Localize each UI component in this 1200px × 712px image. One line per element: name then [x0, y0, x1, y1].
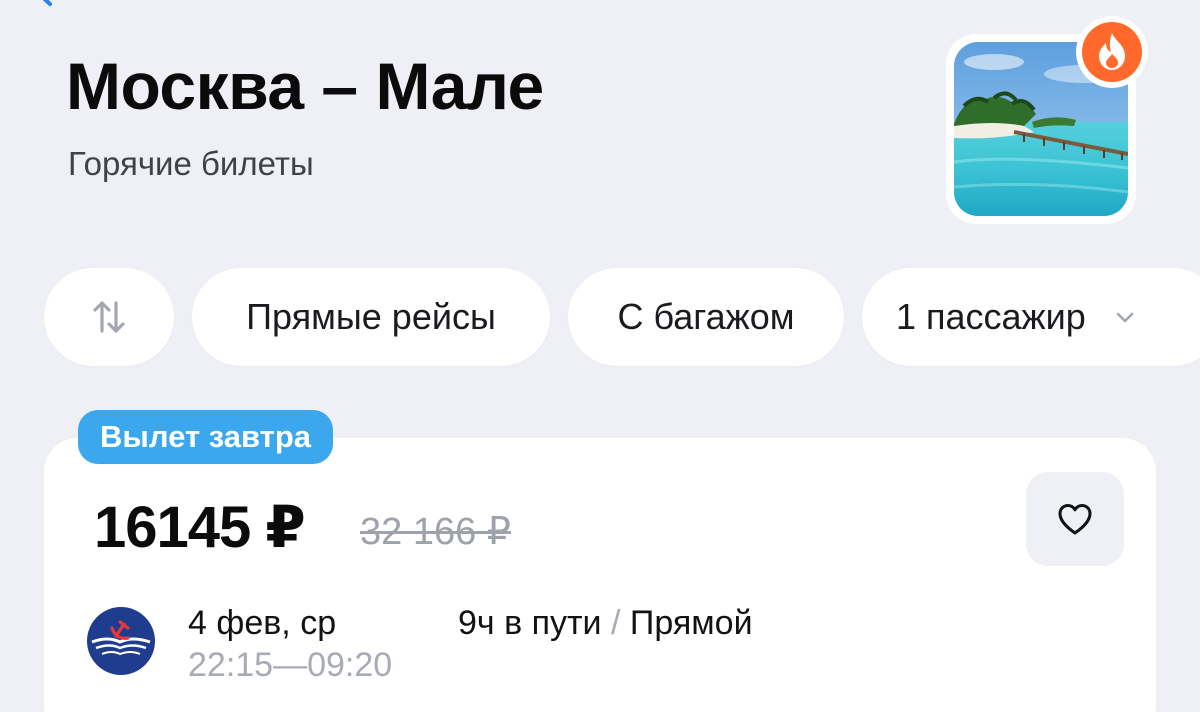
aeroflot-logo — [87, 607, 155, 675]
duration-text: 9ч в пути — [458, 604, 602, 642]
page-subtitle: Горячие билеты — [68, 145, 314, 182]
chevron-left-icon[interactable] — [26, 0, 60, 8]
time-separator: — — [273, 646, 308, 684]
stops-text: Прямой — [629, 604, 753, 642]
passengers-select[interactable]: 1 пассажир — [862, 268, 1200, 366]
sort-arrows-icon — [93, 301, 125, 333]
filter-bar: Прямые рейсы С багажом 1 пассажир — [44, 268, 1200, 366]
flight-times: 22:15—09:20 — [188, 644, 392, 686]
fire-icon — [1082, 22, 1142, 82]
flight-date: 4 фев, ср — [188, 604, 337, 642]
departure-tag: Вылет завтра — [78, 410, 334, 464]
old-price: 32 166 ₽ — [360, 511, 511, 553]
hot-badge — [1076, 16, 1148, 88]
sort-button[interactable] — [44, 268, 174, 366]
favorite-button[interactable] — [1026, 472, 1124, 566]
flight-duration: 9ч в пути / Прямой — [458, 602, 753, 644]
filter-baggage[interactable]: С багажом — [568, 268, 844, 366]
chevron-down-icon — [1116, 312, 1134, 323]
departure-time: 22:15 — [188, 646, 274, 684]
arrival-time: 09:20 — [307, 646, 393, 684]
ticket-price: 16145 ₽ — [94, 495, 306, 560]
page-title: Москва – Мале — [66, 49, 544, 123]
passengers-label: 1 пассажир — [896, 296, 1086, 337]
heart-icon — [1058, 504, 1092, 535]
duration-separator: / — [611, 604, 621, 642]
filter-direct-flights[interactable]: Прямые рейсы — [192, 268, 550, 366]
